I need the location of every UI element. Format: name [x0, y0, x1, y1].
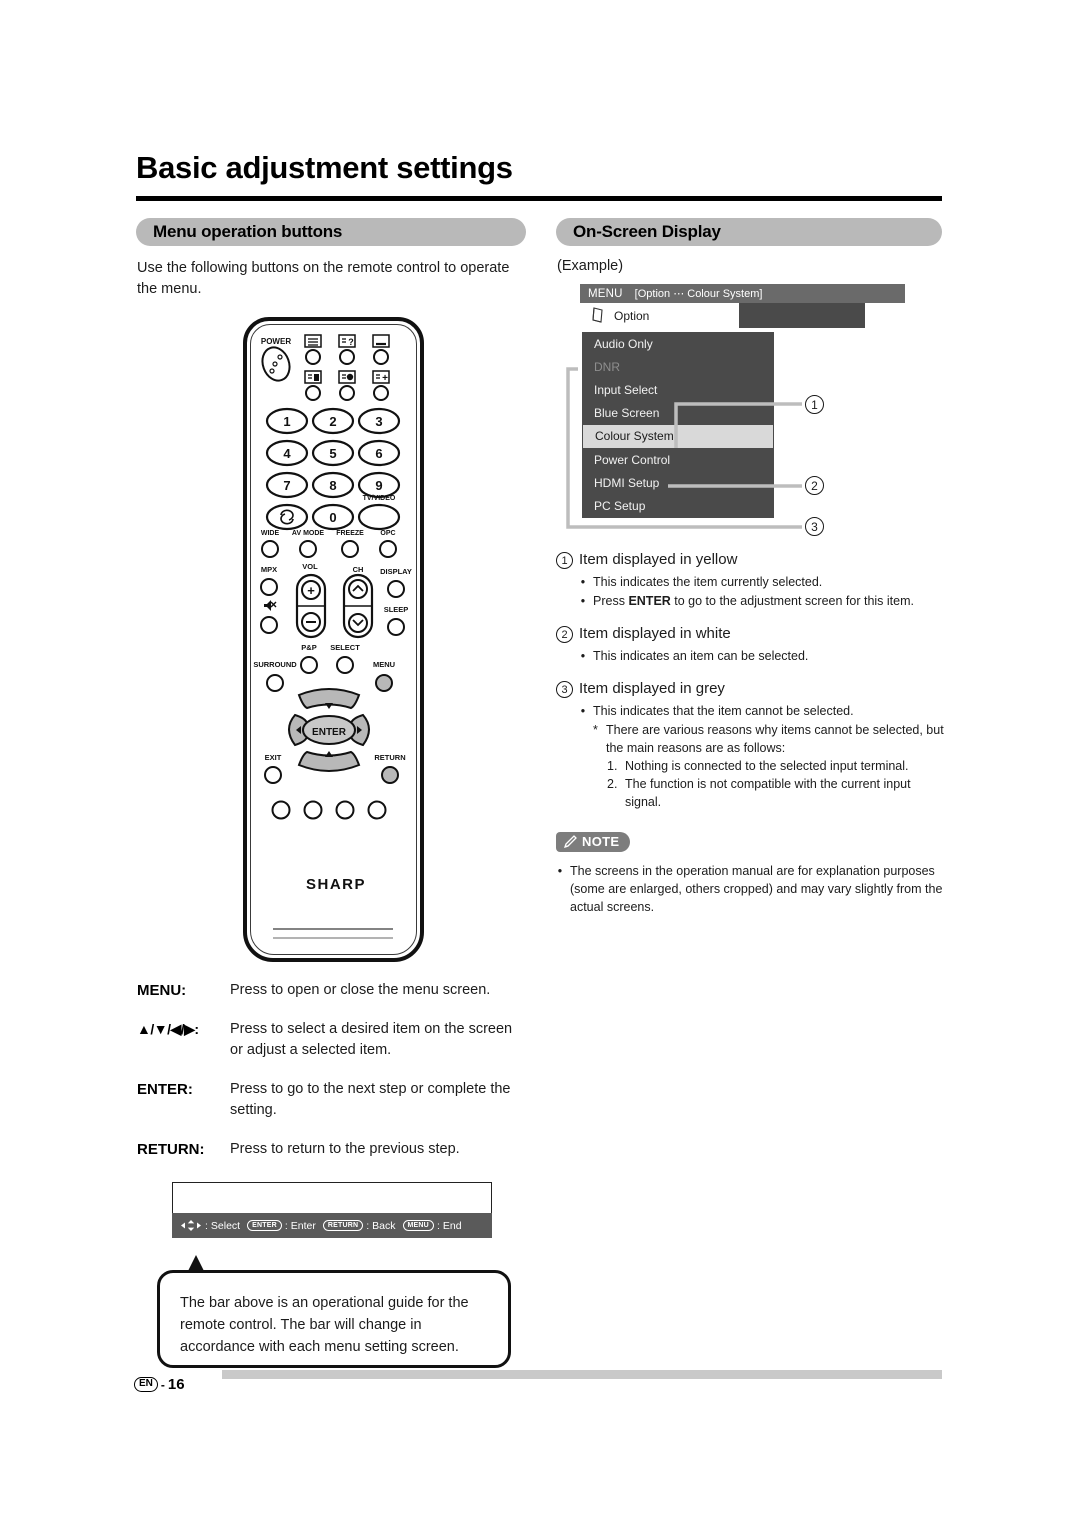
note-body: • The screens in the operation manual ar… [556, 862, 946, 916]
note-text: The screens in the operation manual are … [570, 863, 943, 914]
numbered-reason: 2. The function is not compatible with t… [607, 775, 946, 811]
bullet: • The screens in the operation manual ar… [556, 862, 946, 916]
bullet-bold-enter: ENTER [628, 594, 671, 608]
bullet-dot: • [557, 863, 563, 878]
osd-callout-2: 2 [805, 476, 824, 495]
bullet-dot: • [580, 649, 586, 663]
star-marker: * [593, 723, 598, 737]
reason-number: 1. [607, 759, 618, 773]
manual-page: Basic adjustment settings Menu operation… [0, 0, 1080, 1528]
bullet-text: Press ENTER to go to the adjustment scre… [593, 592, 946, 610]
bullet-post: to go to the adjustment screen for this … [670, 594, 914, 608]
bullet: • Press ENTER to go to the adjustment sc… [579, 592, 946, 610]
desc-bullets-grey: • This indicates that the item cannot be… [579, 702, 946, 811]
desc-heading-row: 2 Item displayed in white [556, 624, 946, 644]
desc-num-3: 3 [556, 681, 573, 698]
desc-heading-row: 3 Item displayed in grey [556, 679, 946, 699]
desc-heading-white: Item displayed in white [579, 625, 731, 642]
bullet-dot: • [580, 594, 586, 608]
note-section: NOTE • The screens in the operation manu… [556, 832, 946, 917]
bullet-dot: • [580, 575, 586, 589]
desc-block-grey: 3 Item displayed in grey • This indicate… [556, 679, 946, 811]
desc-heading-grey: Item displayed in grey [579, 680, 725, 697]
star-note: * There are various reasons why items ca… [593, 721, 946, 757]
bullet-dot: • [580, 704, 586, 718]
desc-bullets-yellow: • This indicates the item currently sele… [579, 573, 946, 610]
desc-bullets-white: • This indicates an item can be selected… [579, 647, 946, 665]
desc-num-2: 2 [556, 626, 573, 643]
reason-text: The function is not compatible with the … [625, 777, 911, 809]
desc-num-1: 1 [556, 552, 573, 569]
desc-heading-yellow: Item displayed in yellow [579, 551, 738, 568]
numbered-reason: 1. Nothing is connected to the selected … [607, 757, 946, 775]
osd-callout-3: 3 [805, 517, 824, 536]
bullet-pre: Press [593, 594, 629, 608]
desc-block-yellow: 1 Item displayed in yellow • This indica… [556, 550, 946, 610]
bullet-text: This indicates that the item cannot be s… [593, 704, 854, 718]
osd-callout-1: 1 [805, 395, 824, 414]
bullet: • This indicates the item currently sele… [579, 573, 946, 591]
desc-block-white: 2 Item displayed in white • This indicat… [556, 624, 946, 665]
reason-number: 2. [607, 777, 618, 791]
note-badge: NOTE [556, 832, 631, 852]
bullet: • This indicates an item can be selected… [579, 647, 946, 665]
bullet: • This indicates that the item cannot be… [579, 702, 946, 720]
note-badge-label: NOTE [582, 834, 620, 849]
bullet-text: This indicates an item can be selected. [593, 649, 809, 663]
osd-descriptions: 1 Item displayed in yellow • This indica… [556, 550, 946, 825]
star-note-text: There are various reasons why items cann… [606, 723, 944, 755]
pencil-icon [563, 834, 577, 848]
reason-text: Nothing is connected to the selected inp… [625, 759, 909, 773]
bullet-text: This indicates the item currently select… [593, 575, 823, 589]
desc-heading-row: 1 Item displayed in yellow [556, 550, 946, 570]
